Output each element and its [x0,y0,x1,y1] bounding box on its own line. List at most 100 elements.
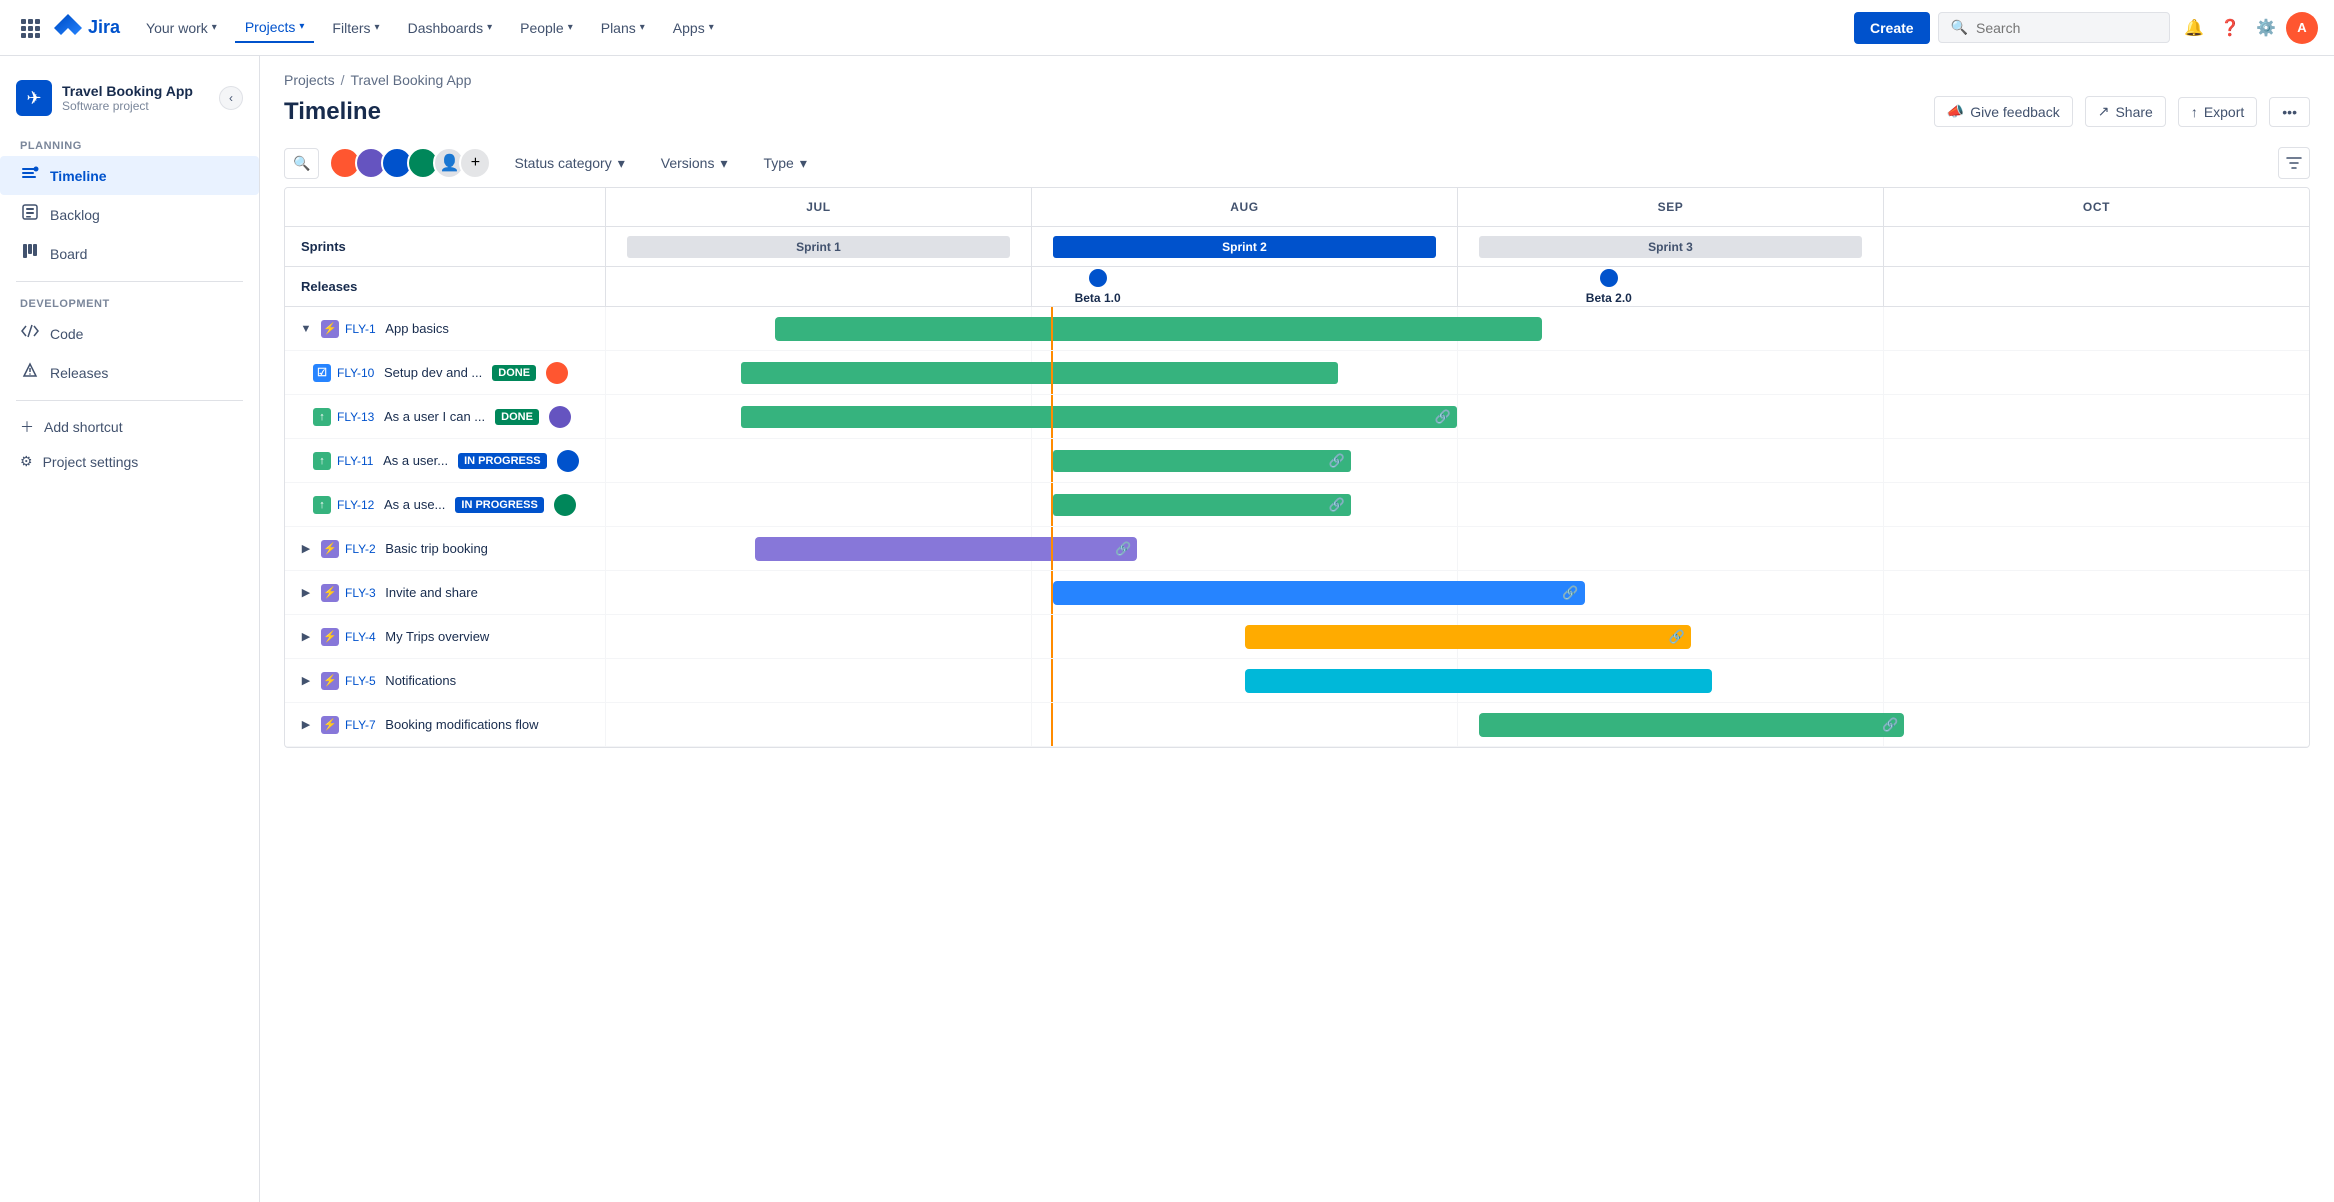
sprint-2-cell: Sprint 2 [1031,227,1457,266]
beta-1-release[interactable]: Beta 1.0 [1075,269,1121,305]
dashboards-nav[interactable]: Dashboards ▾ [398,14,503,42]
filter-avatar-add[interactable]: + [459,147,491,179]
notifications-button[interactable]: 🔔 [2178,12,2210,44]
fly12-assignee [554,494,576,516]
export-button[interactable]: ↑ Export [2178,97,2257,127]
fly11-status: IN PROGRESS [458,453,546,469]
add-shortcut-button[interactable]: ＋ Add shortcut [0,409,259,445]
fly5-key[interactable]: FLY-5 [345,674,376,688]
fly11-key[interactable]: FLY-11 [337,454,373,468]
fly12-status: IN PROGRESS [455,497,543,513]
your-work-nav[interactable]: Your work ▾ [136,14,227,42]
fly10-bar[interactable] [741,362,1337,384]
plans-nav[interactable]: Plans ▾ [591,14,655,42]
projects-nav[interactable]: Projects ▾ [235,13,315,43]
release-cell-4 [1883,267,2309,306]
sprints-content: Sprint 1 Sprint 2 Sprint 3 [605,227,2309,266]
fly4-bar[interactable]: 🔗 [1245,625,1691,649]
project-settings-button[interactable]: ⚙ Project settings [0,445,259,478]
filters-nav[interactable]: Filters ▾ [322,14,389,42]
fly13-key[interactable]: FLY-13 [337,410,374,424]
sidebar-item-releases[interactable]: Releases [0,353,259,392]
fly13-status: DONE [495,409,539,425]
fly2-label: ▶ ⚡ FLY-2 Basic trip booking [285,527,605,570]
sprint-3-bar[interactable]: Sprint 3 [1479,236,1862,258]
jira-logo[interactable]: Jira [52,12,120,44]
more-button[interactable]: ••• [2269,97,2310,127]
fly1-label: ▼ ⚡ FLY-1 App basics [285,307,605,350]
main-content: Projects / Travel Booking App Timeline 📣… [260,56,2334,1202]
fly7-bar[interactable]: 🔗 [1479,713,1904,737]
search-box[interactable]: 🔍 [1938,12,2170,43]
fly4-expand[interactable]: ▶ [297,628,315,646]
fly13-bar[interactable]: 🔗 [741,406,1457,428]
fly7-key[interactable]: FLY-7 [345,718,376,732]
status-category-filter[interactable]: Status category ▾ [501,148,637,179]
fly1-col4 [1883,307,2309,350]
sidebar-collapse-button[interactable]: ‹ [219,86,243,110]
versions-filter[interactable]: Versions ▾ [648,148,741,179]
fly11-bar[interactable]: 🔗 [1053,450,1351,472]
share-button[interactable]: ↗ Share [2085,96,2166,127]
people-nav[interactable]: People ▾ [510,14,583,42]
user-avatar[interactable]: A [2286,12,2318,44]
fly10-key[interactable]: FLY-10 [337,366,374,380]
fly10-col3 [1457,351,1883,394]
sidebar-item-backlog[interactable]: Backlog [0,195,259,234]
sidebar-item-code[interactable]: Code [0,314,259,353]
your-work-chevron: ▾ [212,22,217,33]
fly12-col2: 🔗 [1031,483,1457,526]
sprint-1-bar[interactable]: Sprint 1 [627,236,1010,258]
fly10-gantt [605,351,2309,394]
create-button[interactable]: Create [1854,12,1930,44]
grid-icon[interactable] [16,14,44,42]
backlog-label: Backlog [50,207,100,223]
fly5-bar[interactable] [1245,669,1713,693]
today-line-10 [1051,703,1053,746]
filter-search[interactable]: 🔍 [284,148,319,179]
fly3-expand[interactable]: ▶ [297,584,315,602]
fly11-col1 [605,439,1031,482]
fly2-expand[interactable]: ▶ [297,540,315,558]
breadcrumb-separator: / [341,72,345,88]
fly1-bar[interactable] [775,317,1542,341]
fly11-col4 [1883,439,2309,482]
fly3-col2: 🔗 [1031,571,1457,614]
fly3-key[interactable]: FLY-3 [345,586,376,600]
fly1-expand[interactable]: ▼ [297,320,315,338]
today-line [1051,307,1053,350]
fly5-expand[interactable]: ▶ [297,672,315,690]
apps-chevron: ▾ [709,22,714,33]
search-input[interactable] [1976,20,2157,36]
fly13-col4 [1883,395,2309,438]
give-feedback-button[interactable]: 📣 Give feedback [1934,96,2073,127]
fly12-key[interactable]: FLY-12 [337,498,374,512]
fly7-expand[interactable]: ▶ [297,716,315,734]
type-filter[interactable]: Type ▾ [750,148,819,179]
fly7-label: ▶ ⚡ FLY-7 Booking modifications flow [285,703,605,746]
add-shortcut-label: Add shortcut [44,419,123,435]
filter-settings-button[interactable] [2278,147,2310,179]
fly13-label: ↑ FLY-13 As a user I can ... DONE [285,395,605,438]
breadcrumb-app-link[interactable]: Travel Booking App [350,72,471,88]
fly2-bar[interactable]: 🔗 [755,537,1138,561]
fly1-key[interactable]: FLY-1 [345,322,376,336]
fly2-key[interactable]: FLY-2 [345,542,376,556]
today-line-9 [1051,659,1053,702]
sprint-2-bar[interactable]: Sprint 2 [1053,236,1436,258]
search-icon: 🔍 [1951,19,1968,36]
fly2-title: Basic trip booking [382,541,488,556]
help-button[interactable]: ❓ [2214,12,2246,44]
fly10-assignee [546,362,568,384]
beta-2-release[interactable]: Beta 2.0 [1586,269,1632,305]
fly3-bar[interactable]: 🔗 [1053,581,1584,605]
apps-nav[interactable]: Apps ▾ [663,14,724,42]
settings-button[interactable]: ⚙️ [2250,12,2282,44]
fly11-label: ↑ FLY-11 As a user... IN PROGRESS [285,439,605,482]
sidebar-item-board[interactable]: Board [0,234,259,273]
fly4-key[interactable]: FLY-4 [345,630,376,644]
sidebar-item-timeline[interactable]: Timeline [0,156,259,195]
sidebar-divider-1 [16,281,243,282]
fly12-bar[interactable]: 🔗 [1053,494,1351,516]
breadcrumb-projects-link[interactable]: Projects [284,72,335,88]
